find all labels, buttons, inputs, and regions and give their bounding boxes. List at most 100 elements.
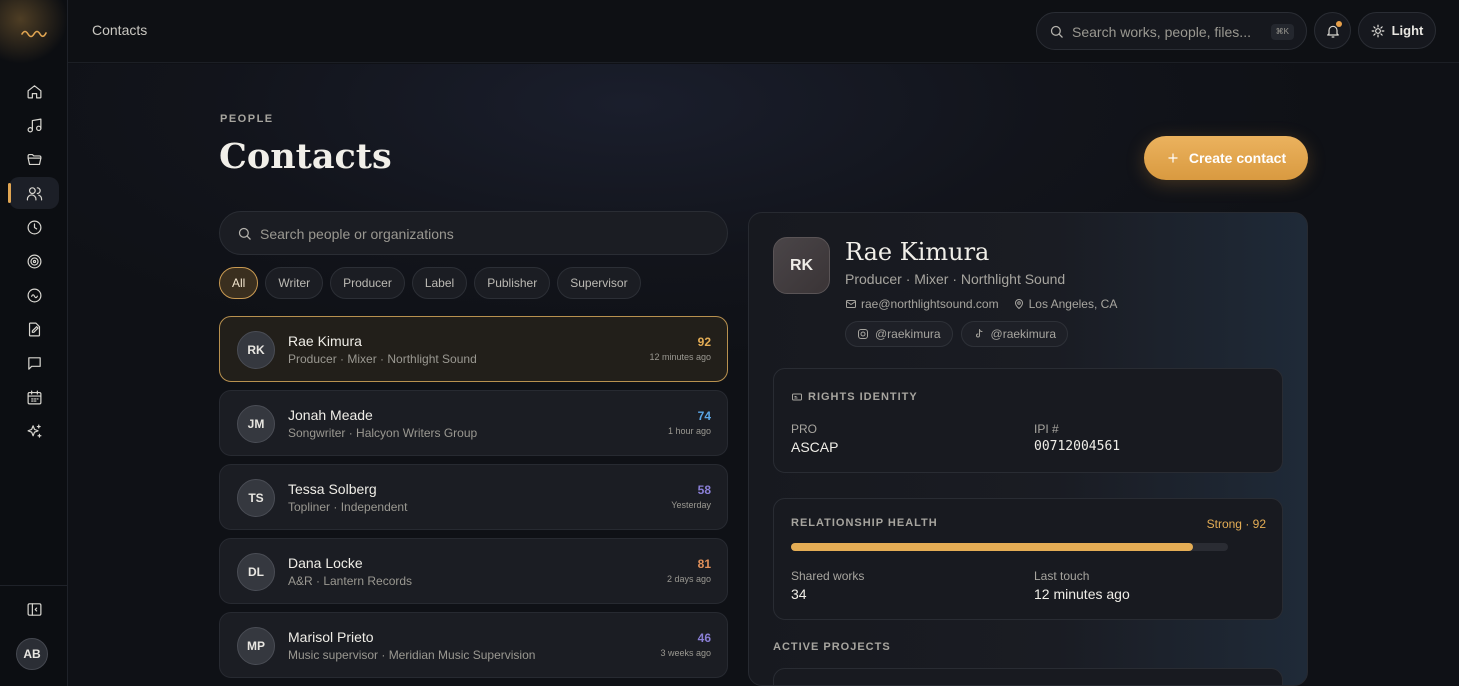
filter-chip-label[interactable]: Label bbox=[411, 267, 468, 299]
contact-row[interactable]: TS Tessa Solberg Topliner · Independent … bbox=[219, 464, 728, 530]
contact-detail-panel: RK Rae Kimura Producer · Mixer · Northli… bbox=[748, 212, 1308, 686]
contact-score: 74 bbox=[697, 409, 711, 423]
main-content: PEOPLE Contacts Create contact Search pe… bbox=[68, 64, 1459, 686]
collapse-sidebar-button[interactable] bbox=[9, 593, 59, 625]
file-edit-icon bbox=[28, 322, 40, 336]
user-avatar[interactable]: AB bbox=[16, 638, 48, 670]
filter-chip-writer[interactable]: Writer bbox=[265, 267, 324, 299]
nav-home[interactable] bbox=[9, 75, 59, 107]
relationship-health-bar-fill bbox=[791, 543, 1194, 551]
nav-music[interactable] bbox=[9, 109, 59, 141]
panel-collapse-icon bbox=[27, 602, 41, 616]
detail-meta: rae@northlightsound.com Los Angeles, CA bbox=[845, 297, 1117, 311]
search-icon bbox=[238, 227, 251, 240]
people-search-input[interactable]: Search people or organizations bbox=[219, 211, 728, 255]
pro-value: ASCAP bbox=[791, 439, 839, 455]
contact-last-touch: 1 hour ago bbox=[667, 426, 711, 436]
last-touch-value: 12 minutes ago bbox=[1034, 586, 1130, 602]
relationship-health-heading: RELATIONSHIP HEALTH bbox=[791, 517, 938, 529]
social-handles: @raekimura @raekimura bbox=[845, 321, 1069, 347]
contact-subtitle: A&R · Lantern Records bbox=[288, 574, 413, 588]
nav-ai[interactable] bbox=[9, 415, 59, 447]
nav-targets[interactable] bbox=[9, 245, 59, 277]
ipi-label: IPI # bbox=[1034, 422, 1059, 436]
tiktok-handle-text: @raekimura bbox=[990, 327, 1057, 341]
app-logo[interactable] bbox=[0, 0, 68, 64]
target-icon bbox=[27, 254, 41, 268]
theme-toggle-label: Light bbox=[1391, 23, 1424, 38]
search-shortcut-badge: ⌘K bbox=[1270, 24, 1294, 40]
contact-name: Rae Kimura bbox=[288, 333, 362, 349]
detail-location-text: Los Angeles, CA bbox=[1028, 297, 1118, 311]
contact-last-touch: 2 days ago bbox=[666, 574, 711, 584]
rights-identity-heading: RIGHTS IDENTITY bbox=[791, 391, 918, 403]
rights-identity-card: RIGHTS IDENTITY PRO ASCAP IPI # 00712004… bbox=[773, 368, 1283, 473]
notifications-button[interactable] bbox=[1314, 12, 1351, 49]
mail-icon bbox=[846, 300, 856, 308]
nav-calendar[interactable] bbox=[9, 381, 59, 413]
nav-files[interactable] bbox=[9, 143, 59, 175]
create-contact-button[interactable]: Create contact bbox=[1144, 136, 1308, 180]
contact-avatar: RK bbox=[237, 331, 275, 369]
detail-email-text: rae@northlightsound.com bbox=[861, 297, 999, 311]
create-contact-label: Create contact bbox=[1188, 150, 1287, 166]
contact-score: 58 bbox=[697, 483, 711, 497]
contact-row[interactable]: JM Jonah Meade Songwriter · Halcyon Writ… bbox=[219, 390, 728, 456]
filter-chip-producer[interactable]: Producer bbox=[330, 267, 405, 299]
contact-subtitle: Songwriter · Halcyon Writers Group bbox=[288, 426, 478, 440]
contact-name: Dana Locke bbox=[288, 555, 363, 571]
contact-subtitle: Producer · Mixer · Northlight Sound bbox=[288, 352, 477, 366]
contact-score: 92 bbox=[697, 335, 711, 349]
contact-last-touch: 3 weeks ago bbox=[660, 648, 711, 658]
nav-royalties[interactable] bbox=[9, 279, 59, 311]
last-touch-label: Last touch bbox=[1034, 569, 1090, 583]
instagram-handle[interactable]: @raekimura bbox=[845, 321, 953, 347]
sparkles-icon bbox=[27, 424, 41, 438]
nav-history[interactable] bbox=[9, 211, 59, 243]
sidebar-divider bbox=[0, 585, 68, 586]
wave-logo-icon bbox=[21, 30, 47, 38]
active-projects-heading: ACTIVE PROJECTS bbox=[773, 641, 891, 653]
contact-subtitle: Music supervisor · Meridian Music Superv… bbox=[288, 648, 536, 662]
tiktok-icon bbox=[975, 329, 983, 338]
filter-chip-supervisor[interactable]: Supervisor bbox=[557, 267, 641, 299]
ipi-value: 00712004561 bbox=[1034, 439, 1121, 454]
calendar-icon bbox=[27, 390, 41, 404]
top-bar: Contacts Search works, people, files... … bbox=[68, 0, 1459, 63]
theme-toggle-button[interactable]: Light bbox=[1358, 12, 1436, 49]
plus-icon bbox=[1168, 153, 1178, 163]
detail-location: Los Angeles, CA bbox=[1013, 297, 1118, 311]
contact-avatar: JM bbox=[237, 405, 275, 443]
search-icon bbox=[1050, 25, 1063, 38]
detail-name: Rae Kimura bbox=[845, 238, 990, 266]
filter-chip-publisher[interactable]: Publisher bbox=[474, 267, 551, 299]
relationship-health-card: RELATIONSHIP HEALTH Strong · 92 Shared w… bbox=[773, 498, 1283, 620]
tiktok-handle[interactable]: @raekimura bbox=[960, 321, 1069, 347]
sun-icon bbox=[1371, 24, 1385, 37]
role-filter-chips: All Writer Producer Label Publisher Supe… bbox=[219, 267, 641, 299]
nav-contacts[interactable] bbox=[8, 177, 59, 209]
detail-email[interactable]: rae@northlightsound.com bbox=[845, 297, 999, 311]
global-search-input[interactable]: Search works, people, files... ⌘K bbox=[1036, 12, 1307, 50]
nav-messages[interactable] bbox=[9, 347, 59, 379]
contact-row[interactable]: MP Marisol Prieto Music supervisor · Mer… bbox=[219, 612, 728, 678]
contact-name: Tessa Solberg bbox=[288, 481, 377, 497]
contact-name: Jonah Meade bbox=[288, 407, 373, 423]
home-icon bbox=[27, 84, 41, 98]
notification-dot bbox=[1336, 21, 1342, 27]
pro-label: PRO bbox=[791, 422, 818, 436]
people-search-placeholder: Search people or organizations bbox=[260, 226, 454, 242]
rights-identity-title: RIGHTS IDENTITY bbox=[808, 391, 918, 403]
contact-avatar: DL bbox=[237, 553, 275, 591]
filter-chip-all[interactable]: All bbox=[219, 267, 259, 299]
nav-documents[interactable] bbox=[9, 313, 59, 345]
music-note-icon bbox=[27, 118, 41, 132]
contact-row[interactable]: DL Dana Locke A&R · Lantern Records 81 2… bbox=[219, 538, 728, 604]
contact-row[interactable]: RK Rae Kimura Producer · Mixer · Northli… bbox=[219, 316, 728, 382]
global-search-placeholder: Search works, people, files... bbox=[1072, 24, 1251, 40]
page-eyebrow: PEOPLE bbox=[220, 113, 274, 125]
active-project-item[interactable] bbox=[773, 668, 1283, 685]
instagram-icon bbox=[858, 329, 868, 339]
relationship-health-status: Strong · 92 bbox=[1206, 517, 1266, 531]
page-title: Contacts bbox=[219, 136, 392, 177]
